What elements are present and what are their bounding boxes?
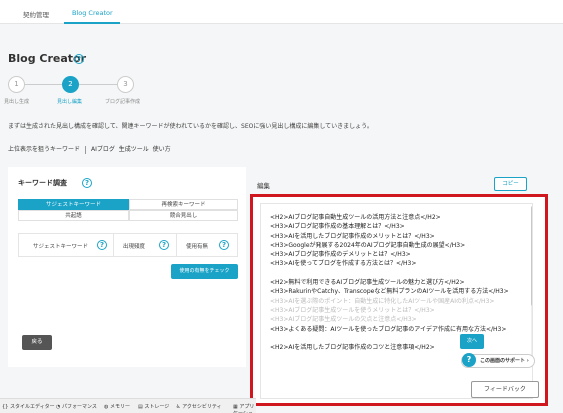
- editor-line: <H3>AIブログ記事作成のデメリットとは？</H3>: [270, 251, 411, 259]
- devtools-label: ストレージ: [144, 404, 170, 410]
- column-frequency: 出現頻度: [123, 244, 146, 250]
- editor-line: <H3>AIを選ぶ際のポイント：自動生成に特化したAIツールや国産AIの利点</…: [270, 297, 495, 305]
- devtools-memory[interactable]: ◍ メモリー: [104, 403, 130, 410]
- step-connector: [78, 84, 118, 85]
- divider: [113, 234, 114, 256]
- help-icon[interactable]: ?: [74, 54, 84, 64]
- keyword-research-panel: キーワード調査 ? サジェストキーワード 再検索キーワード 共起語 競合見出し …: [8, 167, 246, 367]
- keyword-research-title: キーワード調査: [18, 179, 67, 187]
- editor-line: <H2>無料で利用できるAIブログ記事生成ツールの魅力と選び方</H2>: [270, 279, 465, 287]
- column-usage: 使用有無: [186, 244, 209, 250]
- devtools-application[interactable]: ▦ アプリケーション: [233, 403, 256, 413]
- step-2-label: 見出し編集: [57, 99, 83, 105]
- devtools-label: メモリー: [109, 404, 130, 410]
- devtools-label: スタイルエディター: [9, 404, 55, 410]
- divider: [85, 145, 87, 154]
- keyword-item: 生成ツール: [118, 146, 149, 153]
- devtools-storage[interactable]: ▤ ストレージ: [138, 403, 169, 410]
- editor-line: <H3>AIブログ記事作成の基本理解とは？</H3>: [270, 223, 405, 231]
- top-tab-bar: 契約管理 Blog Creator: [0, 0, 563, 24]
- help-icon[interactable]: ?: [97, 240, 107, 250]
- devtools-accessibility[interactable]: ♿ アクセシビリティ: [176, 403, 222, 410]
- help-icon[interactable]: ?: [219, 240, 229, 250]
- active-tab-indicator: [64, 22, 120, 24]
- devtools-label: アクセシビリティ: [182, 404, 222, 410]
- editor-highlight-frame: <H2>AIブログ記事自動生成ツールの活用方法と注意点</H2> <H3>AIブ…: [250, 194, 548, 406]
- question-icon[interactable]: ?: [462, 353, 476, 367]
- next-button[interactable]: 次へ: [460, 334, 484, 349]
- step-2-circle: 2: [62, 76, 79, 93]
- target-keywords: 上位表示を狙うキーワード AIブログ 生成ツール 使い方: [8, 144, 171, 154]
- devtools-label: アプリケーション: [233, 404, 255, 413]
- devtools-toolbar: {} スタイルエディター ◔ パフォーマンス ◍ メモリー ▤ ストレージ ♿ …: [0, 398, 256, 413]
- editor-line: <H2>AIブログ記事自動生成ツールの活用方法と注意点</H2>: [270, 214, 441, 221]
- heading-editor[interactable]: <H2>AIブログ記事自動生成ツールの活用方法と注意点</H2> <H3>AIブ…: [260, 203, 533, 399]
- editor-blank-line: [270, 334, 525, 343]
- segment-competitor-headings[interactable]: 競合見出し: [129, 210, 238, 221]
- editor-line: <H3>AIを使ってブログを作成する方法とは？</H3>: [270, 260, 417, 268]
- check-usage-button[interactable]: 使用の有無をチェック: [171, 264, 238, 279]
- back-button[interactable]: 戻る: [22, 335, 52, 350]
- editor-content[interactable]: <H2>AIブログ記事自動生成ツールの活用方法と注意点</H2> <H3>AIブ…: [270, 213, 525, 352]
- editor-line: <H3>よくある疑問：AIツールを使ったブログ記事のアイデア作成に有用な方法</…: [270, 325, 507, 333]
- editor-line: <H3>AIを活用したブログ記事作成のメリットとは？</H3>: [270, 232, 435, 240]
- editor-scrollbar[interactable]: [531, 206, 532, 366]
- editor-label: 編集: [257, 182, 270, 190]
- editor-line: <H3>Googleが発展する2024年のAIブログ記事自動生成の展望</H3>: [270, 241, 466, 249]
- keyword-table-header: サジェストキーワード ? 出現頻度 ? 使用有無 ?: [18, 233, 238, 257]
- column-suggest-keyword: サジェストキーワード: [33, 244, 89, 250]
- editor-scroll-thumb[interactable]: [531, 206, 532, 306]
- devtools-label: パフォーマンス: [61, 404, 97, 410]
- segment-suggest-keywords[interactable]: サジェストキーワード: [18, 199, 129, 210]
- segment-cooccurrence[interactable]: 共起語: [18, 210, 129, 221]
- step-3-circle: 3: [117, 76, 134, 93]
- feedback-button[interactable]: フィードバック: [471, 381, 539, 398]
- step-1-circle: 1: [8, 76, 25, 93]
- keyword-item: AIブログ: [91, 146, 115, 153]
- editor-line: <H2>AIを活用したブログ記事作成のコツと注意事項</H2>: [270, 344, 435, 352]
- editor-blank-line: [270, 269, 525, 278]
- target-keywords-label: 上位表示を狙うキーワード: [8, 146, 81, 153]
- step-3-label: ブログ記事作成: [105, 99, 141, 105]
- divider: [176, 234, 177, 256]
- segment-research-keywords[interactable]: 再検索キーワード: [129, 199, 238, 210]
- help-icon[interactable]: ?: [159, 240, 169, 250]
- tab-blog-creator[interactable]: Blog Creator: [72, 9, 113, 17]
- tab-contract-management[interactable]: 契約管理: [23, 9, 49, 19]
- help-icon[interactable]: ?: [82, 178, 92, 188]
- page-description: まずは生成された見出し構成を確認して、関連キーワードが使われているかを確認し、S…: [8, 123, 373, 130]
- devtools-style-editor[interactable]: {} スタイルエディター: [2, 403, 55, 410]
- editor-line: <H3>AIブログ記事生成ツールの欠点と注意点</H3>: [270, 316, 417, 324]
- copy-button[interactable]: コピー: [494, 177, 527, 191]
- step-1-label: 見出し生成: [4, 99, 30, 105]
- devtools-performance[interactable]: ◔ パフォーマンス: [56, 403, 97, 410]
- keyword-item: 使い方: [152, 146, 171, 153]
- editor-line: <H3>RakurinやCatchy、Transcopeなど無料プランのAIツー…: [270, 288, 509, 296]
- step-connector: [20, 84, 62, 85]
- support-label: この画面のサポート: [480, 358, 526, 364]
- editor-line: <H3>AIブログ記事生成ツールを使うメリットとは？</H3>: [270, 306, 435, 314]
